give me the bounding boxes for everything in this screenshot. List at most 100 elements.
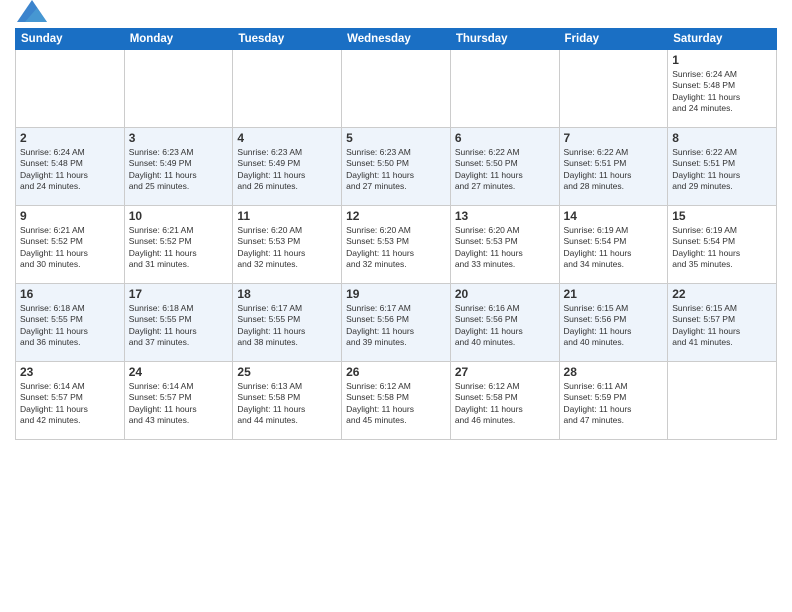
table-row — [233, 50, 342, 128]
table-row: 14 Sunrise: 6:19 AMSunset: 5:54 PMDayligh… — [559, 206, 668, 284]
day-info: Sunrise: 6:20 AMSunset: 5:53 PMDaylight:… — [237, 225, 337, 271]
day-info: Sunrise: 6:19 AMSunset: 5:54 PMDaylight:… — [672, 225, 772, 271]
header-saturday: Saturday — [668, 29, 777, 50]
table-row: 22 Sunrise: 6:15 AMSunset: 5:57 PMDayligh… — [668, 284, 777, 362]
day-number: 2 — [20, 131, 120, 145]
table-row: 12 Sunrise: 6:20 AMSunset: 5:53 PMDayligh… — [342, 206, 451, 284]
header-thursday: Thursday — [450, 29, 559, 50]
day-info: Sunrise: 6:20 AMSunset: 5:53 PMDaylight:… — [346, 225, 446, 271]
day-number: 7 — [564, 131, 664, 145]
day-info: Sunrise: 6:15 AMSunset: 5:56 PMDaylight:… — [564, 303, 664, 349]
day-number: 8 — [672, 131, 772, 145]
table-row: 4Sunrise: 6:23 AMSunset: 5:49 PMDaylight… — [233, 128, 342, 206]
day-info: Sunrise: 6:15 AMSunset: 5:57 PMDaylight:… — [672, 303, 772, 349]
day-info: Sunrise: 6:17 AMSunset: 5:56 PMDaylight:… — [346, 303, 446, 349]
table-row — [16, 50, 125, 128]
table-row — [559, 50, 668, 128]
header-sunday: Sunday — [16, 29, 125, 50]
day-number: 1 — [672, 53, 772, 67]
table-row: 6 Sunrise: 6:22 AMSunset: 5:50 PMDaylight… — [450, 128, 559, 206]
table-row: 3 Sunrise: 6:23 AMSunset: 5:49 PMDaylight… — [124, 128, 233, 206]
day-info: Sunrise: 6:12 AMSunset: 5:58 PMDaylight:… — [346, 381, 446, 427]
calendar-week-row: 9 Sunrise: 6:21 AMSunset: 5:52 PMDaylight… — [16, 206, 777, 284]
calendar-table: Sunday Monday Tuesday Wednesday Thursday… — [15, 28, 777, 440]
day-number: 28 — [564, 365, 664, 379]
day-info: Sunrise: 6:13 AMSunset: 5:58 PMDaylight:… — [237, 381, 337, 427]
day-number: 15 — [672, 209, 772, 223]
table-row: 23 Sunrise: 6:14 AMSunset: 5:57 PMDayligh… — [16, 362, 125, 440]
day-number: 13 — [455, 209, 555, 223]
table-row: 8 Sunrise: 6:22 AMSunset: 5:51 PMDaylight… — [668, 128, 777, 206]
day-info: Sunrise: 6:21 AMSunset: 5:52 PMDaylight:… — [129, 225, 229, 271]
day-number: 26 — [346, 365, 446, 379]
table-row: 24 Sunrise: 6:14 AMSunset: 5:57 PMDayligh… — [124, 362, 233, 440]
calendar-week-row: 1 Sunrise: 6:24 AMSunset: 5:48 PMDaylight… — [16, 50, 777, 128]
table-row: 2 Sunrise: 6:24 AMSunset: 5:48 PMDaylight… — [16, 128, 125, 206]
table-row: 18 Sunrise: 6:17 AMSunset: 5:55 PMDayligh… — [233, 284, 342, 362]
table-row: 25 Sunrise: 6:13 AMSunset: 5:58 PMDayligh… — [233, 362, 342, 440]
day-number: 18 — [237, 287, 337, 301]
day-number: 12 — [346, 209, 446, 223]
day-number: 6 — [455, 131, 555, 145]
calendar-week-row: 16 Sunrise: 6:18 AMSunset: 5:55 PMDayligh… — [16, 284, 777, 362]
day-info: Sunrise: 6:12 AMSunset: 5:58 PMDaylight:… — [455, 381, 555, 427]
day-number: 5 — [346, 131, 446, 145]
calendar-header-row: Sunday Monday Tuesday Wednesday Thursday… — [16, 29, 777, 50]
day-info: Sunrise: 6:23 AMSunset: 5:50 PMDaylight:… — [346, 147, 446, 193]
day-info: Sunrise: 6:22 AMSunset: 5:50 PMDaylight:… — [455, 147, 555, 193]
day-info: Sunrise: 6:14 AMSunset: 5:57 PMDaylight:… — [20, 381, 120, 427]
day-number: 24 — [129, 365, 229, 379]
table-row: 11 Sunrise: 6:20 AMSunset: 5:53 PMDayligh… — [233, 206, 342, 284]
day-info: Sunrise: 6:22 AMSunset: 5:51 PMDaylight:… — [564, 147, 664, 193]
header-friday: Friday — [559, 29, 668, 50]
table-row: 26 Sunrise: 6:12 AMSunset: 5:58 PMDayligh… — [342, 362, 451, 440]
day-info: Sunrise: 6:22 AMSunset: 5:51 PMDaylight:… — [672, 147, 772, 193]
day-number: 10 — [129, 209, 229, 223]
day-info: Sunrise: 6:18 AMSunset: 5:55 PMDaylight:… — [129, 303, 229, 349]
table-row: 13 Sunrise: 6:20 AMSunset: 5:53 PMDayligh… — [450, 206, 559, 284]
day-info: Sunrise: 6:21 AMSunset: 5:52 PMDaylight:… — [20, 225, 120, 271]
day-number: 9 — [20, 209, 120, 223]
day-number: 3 — [129, 131, 229, 145]
day-number: 22 — [672, 287, 772, 301]
header-monday: Monday — [124, 29, 233, 50]
day-info: Sunrise: 6:24 AMSunset: 5:48 PMDaylight:… — [20, 147, 120, 193]
day-number: 27 — [455, 365, 555, 379]
table-row: 10 Sunrise: 6:21 AMSunset: 5:52 PMDayligh… — [124, 206, 233, 284]
page: Sunday Monday Tuesday Wednesday Thursday… — [0, 0, 792, 612]
table-row: 5 Sunrise: 6:23 AMSunset: 5:50 PMDaylight… — [342, 128, 451, 206]
day-info: Sunrise: 6:19 AMSunset: 5:54 PMDaylight:… — [564, 225, 664, 271]
day-number: 14 — [564, 209, 664, 223]
table-row — [342, 50, 451, 128]
table-row: 9 Sunrise: 6:21 AMSunset: 5:52 PMDaylight… — [16, 206, 125, 284]
table-row: 17 Sunrise: 6:18 AMSunset: 5:55 PMDayligh… — [124, 284, 233, 362]
day-number: 23 — [20, 365, 120, 379]
day-number: 11 — [237, 209, 337, 223]
table-row: 21 Sunrise: 6:15 AMSunset: 5:56 PMDayligh… — [559, 284, 668, 362]
day-info: Sunrise: 6:23 AMSunset: 5:49 PMDaylight:… — [237, 147, 337, 193]
day-info: Sunrise: 6:17 AMSunset: 5:55 PMDaylight:… — [237, 303, 337, 349]
day-number: 25 — [237, 365, 337, 379]
table-row: 28Sunrise: 6:11 AMSunset: 5:59 PMDayligh… — [559, 362, 668, 440]
day-number: 19 — [346, 287, 446, 301]
day-number: 21 — [564, 287, 664, 301]
header-tuesday: Tuesday — [233, 29, 342, 50]
header-wednesday: Wednesday — [342, 29, 451, 50]
table-row: 1 Sunrise: 6:24 AMSunset: 5:48 PMDaylight… — [668, 50, 777, 128]
day-info: Sunrise: 6:23 AMSunset: 5:49 PMDaylight:… — [129, 147, 229, 193]
day-number: 16 — [20, 287, 120, 301]
calendar-week-row: 2 Sunrise: 6:24 AMSunset: 5:48 PMDaylight… — [16, 128, 777, 206]
table-row — [450, 50, 559, 128]
logo-icon — [17, 0, 47, 22]
table-row — [124, 50, 233, 128]
table-row: 19 Sunrise: 6:17 AMSunset: 5:56 PMDayligh… — [342, 284, 451, 362]
table-row — [668, 362, 777, 440]
table-row: 16Sunrise: 6:18 AMSunset: 5:55 PMDayligh… — [16, 284, 125, 362]
logo — [15, 10, 47, 22]
day-info: Sunrise: 6:20 AMSunset: 5:53 PMDaylight:… — [455, 225, 555, 271]
table-row: 15 Sunrise: 6:19 AMSunset: 5:54 PMDayligh… — [668, 206, 777, 284]
day-number: 17 — [129, 287, 229, 301]
day-info: Sunrise: 6:14 AMSunset: 5:57 PMDaylight:… — [129, 381, 229, 427]
day-info: Sunrise: 6:24 AMSunset: 5:48 PMDaylight:… — [672, 69, 772, 115]
day-info: Sunrise: 6:16 AMSunset: 5:56 PMDaylight:… — [455, 303, 555, 349]
